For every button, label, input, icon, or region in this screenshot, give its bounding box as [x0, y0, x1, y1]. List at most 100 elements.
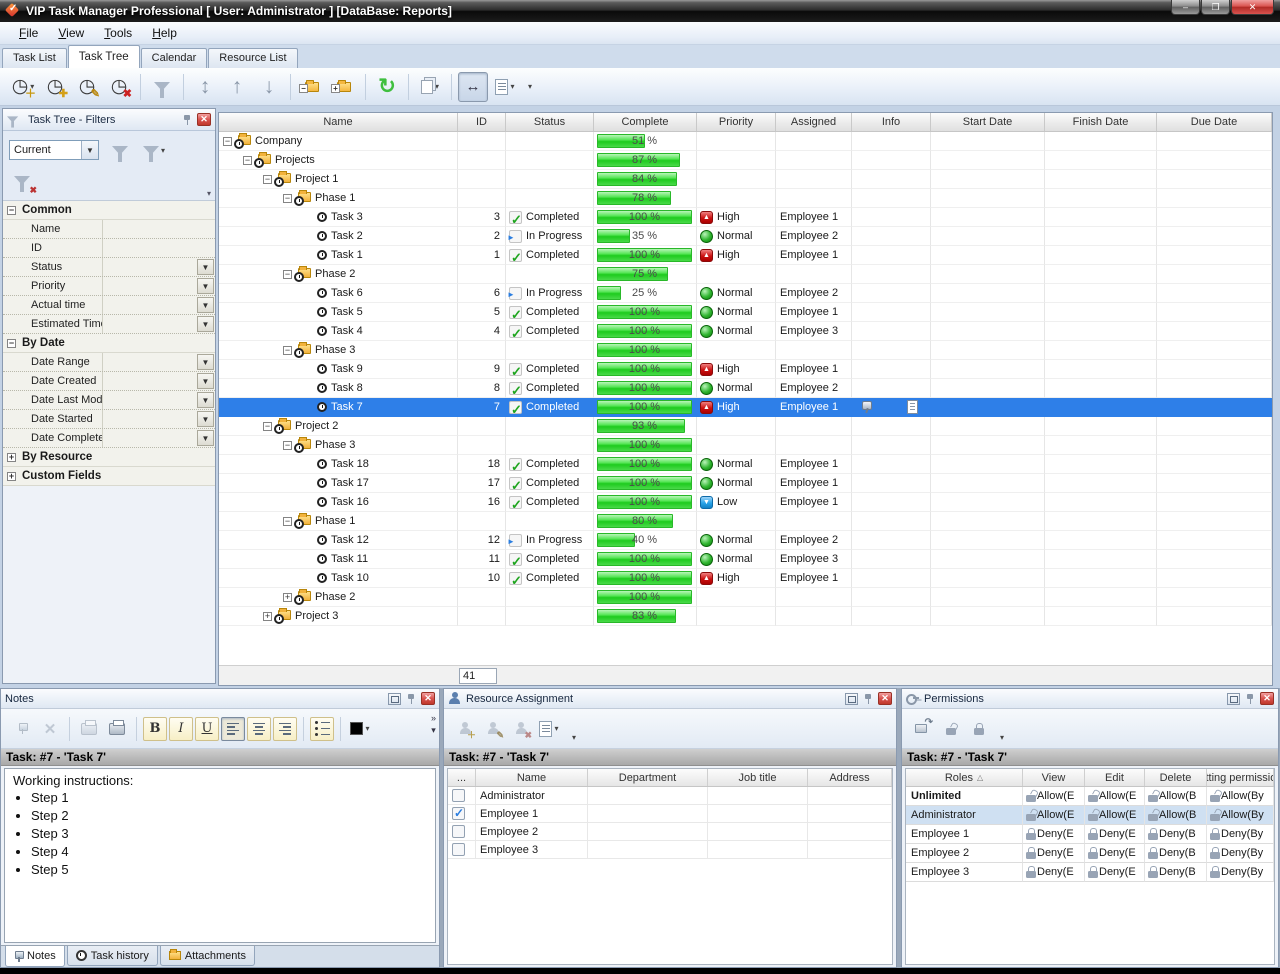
- resource-column-header-name[interactable]: Name: [476, 769, 588, 786]
- resource-row[interactable]: Employee 2: [448, 823, 892, 841]
- pin-icon[interactable]: [406, 693, 416, 705]
- insert-note-button[interactable]: [9, 716, 35, 742]
- resource-row[interactable]: Administrator: [448, 787, 892, 805]
- new-task-button[interactable]: ◷＋▾: [8, 72, 38, 102]
- restore-panel-icon[interactable]: [1227, 693, 1240, 705]
- bottom-tab-attachments[interactable]: Attachments: [160, 946, 255, 966]
- expand-box-icon[interactable]: −: [7, 339, 16, 348]
- allow-permission-button[interactable]: [938, 716, 964, 742]
- permissions-column-header-delete[interactable]: Delete: [1145, 769, 1207, 786]
- pin-icon[interactable]: [182, 114, 192, 126]
- expand-box-icon[interactable]: −: [263, 175, 272, 184]
- permissions-column-header-edit[interactable]: Edit: [1085, 769, 1145, 786]
- column-header-complete[interactable]: Complete: [594, 113, 697, 131]
- task-tree-row[interactable]: Task 1111✓Completed100 %NormalEmployee 3: [219, 550, 1272, 569]
- column-header-priority[interactable]: Priority: [697, 113, 776, 131]
- expand-collapse-button[interactable]: ↕: [190, 72, 220, 102]
- column-header-finish-date[interactable]: Finish Date: [1045, 113, 1157, 131]
- edit-task-button[interactable]: ◷✎: [72, 72, 102, 102]
- expand-all-button[interactable]: +: [329, 72, 359, 102]
- resource-column-header-department[interactable]: Department: [588, 769, 708, 786]
- task-tree-row[interactable]: −Phase 3100 %: [219, 436, 1272, 455]
- pin-icon[interactable]: [863, 693, 873, 705]
- task-tree-row[interactable]: −Phase 178 %: [219, 189, 1272, 208]
- dropdown-arrow-icon[interactable]: ▼: [197, 411, 214, 427]
- task-tree-row[interactable]: Task 11✓Completed100 %▲HighEmployee 1: [219, 246, 1272, 265]
- clear-filter-button[interactable]: ✖: [9, 167, 35, 193]
- tab-calendar[interactable]: Calendar: [141, 48, 208, 68]
- filters-toolbar-overflow-icon[interactable]: ▾: [207, 189, 211, 198]
- task-tree-row[interactable]: Task 66►In Progress25 %NormalEmployee 2: [219, 284, 1272, 303]
- print-preview-button[interactable]: [76, 716, 102, 742]
- bold-button[interactable]: B: [143, 717, 167, 741]
- filter-section-by-date[interactable]: −By Date: [3, 334, 215, 353]
- column-header-start-date[interactable]: Start Date: [931, 113, 1045, 131]
- task-tree-row[interactable]: Task 1212►In Progress40 %NormalEmployee …: [219, 531, 1272, 550]
- expand-box-icon[interactable]: −: [283, 346, 292, 355]
- underline-button[interactable]: U: [195, 717, 219, 741]
- dropdown-arrow-icon[interactable]: ▼: [197, 259, 214, 275]
- resource-close-button[interactable]: ✕: [878, 692, 892, 705]
- expand-box-icon[interactable]: −: [223, 137, 232, 146]
- filters-close-button[interactable]: ✕: [197, 113, 211, 126]
- expand-box-icon[interactable]: +: [7, 472, 16, 481]
- expand-box-icon[interactable]: −: [283, 194, 292, 203]
- toolbar-more-icon[interactable]: ▾: [572, 733, 576, 742]
- permissions-column-header-roles[interactable]: Roles△: [906, 769, 1023, 786]
- report-view-button[interactable]: ▾: [490, 72, 520, 102]
- dropdown-arrow-icon[interactable]: ▼: [197, 430, 214, 446]
- toolbar-more-icon[interactable]: ▾: [431, 725, 436, 736]
- expand-box-icon[interactable]: −: [283, 441, 292, 450]
- task-tree-row[interactable]: Task 1717✓Completed100 %NormalEmployee 1: [219, 474, 1272, 493]
- pin-icon[interactable]: [1245, 693, 1255, 705]
- move-up-button[interactable]: ↑: [222, 72, 252, 102]
- align-right-button[interactable]: [273, 717, 297, 741]
- delete-task-button[interactable]: ◷✖: [104, 72, 134, 102]
- align-center-button[interactable]: [247, 717, 271, 741]
- menu-help[interactable]: Help: [143, 23, 186, 43]
- task-tree-row[interactable]: +Project 383 %: [219, 607, 1272, 626]
- refresh-button[interactable]: ↻: [372, 72, 402, 102]
- close-button[interactable]: ✕: [1231, 0, 1274, 15]
- resource-column-header-address[interactable]: Address: [808, 769, 892, 786]
- resource-row[interactable]: Employee 1: [448, 805, 892, 823]
- collapse-all-button[interactable]: −: [297, 72, 327, 102]
- permissions-close-button[interactable]: ✕: [1260, 692, 1274, 705]
- task-tree-row[interactable]: Task 1818✓Completed100 %NormalEmployee 1: [219, 455, 1272, 474]
- expand-box-icon[interactable]: −: [283, 270, 292, 279]
- column-header-name[interactable]: Name: [219, 113, 458, 131]
- dropdown-arrow-icon[interactable]: ▼: [197, 354, 214, 370]
- resource-report-button[interactable]: ▾: [536, 716, 562, 742]
- task-tree-row[interactable]: Task 99✓Completed100 %▲HighEmployee 1: [219, 360, 1272, 379]
- task-tree-row[interactable]: −Projects87 %: [219, 151, 1272, 170]
- permissions-column-header-setting-permissions[interactable]: Setting permissions: [1207, 769, 1274, 786]
- toolbar-overflow-icon[interactable]: ▾: [528, 82, 532, 91]
- filter-field-date-completed[interactable]: Date Completed▼: [3, 429, 215, 448]
- filter-field-status[interactable]: Status▼: [3, 258, 215, 277]
- resource-checkbox[interactable]: [452, 789, 465, 802]
- resource-column-header-[interactable]: ...: [448, 769, 476, 786]
- task-tree-row[interactable]: Task 1010✓Completed100 %▲HighEmployee 1: [219, 569, 1272, 588]
- tab-resource-list[interactable]: Resource List: [208, 48, 297, 68]
- assign-resource-button[interactable]: ＋: [452, 716, 478, 742]
- remove-assignment-button[interactable]: ✖: [508, 716, 534, 742]
- move-down-button[interactable]: ↓: [254, 72, 284, 102]
- task-tree-row[interactable]: Task 1616✓Completed100 %▼LowEmployee 1: [219, 493, 1272, 512]
- menu-tools[interactable]: Tools: [95, 23, 141, 43]
- toolbar-more-icon[interactable]: ▾: [1000, 733, 1004, 742]
- filter-field-id[interactable]: ID: [3, 239, 215, 258]
- filter-button[interactable]: [147, 72, 177, 102]
- expand-box-icon[interactable]: −: [283, 517, 292, 526]
- resource-row[interactable]: Employee 3: [448, 841, 892, 859]
- new-subtask-button[interactable]: ◷✚: [40, 72, 70, 102]
- align-left-button[interactable]: [221, 717, 245, 741]
- task-tree-row[interactable]: Task 44✓Completed100 %NormalEmployee 3: [219, 322, 1272, 341]
- toolbar-overflow-icon[interactable]: »: [431, 713, 436, 723]
- filter-field-date-started[interactable]: Date Started▼: [3, 410, 215, 429]
- filter-field-date-last-modified[interactable]: Date Last Modified▼: [3, 391, 215, 410]
- font-color-button[interactable]: ▾: [347, 716, 373, 742]
- resource-checkbox[interactable]: [452, 843, 465, 856]
- task-tree-row[interactable]: Task 22►In Progress35 %NormalEmployee 2: [219, 227, 1272, 246]
- permission-row[interactable]: Employee 2Deny(EDeny(EDeny(BDeny(By: [906, 844, 1274, 863]
- filter-section-by-resource[interactable]: +By Resource: [3, 448, 215, 467]
